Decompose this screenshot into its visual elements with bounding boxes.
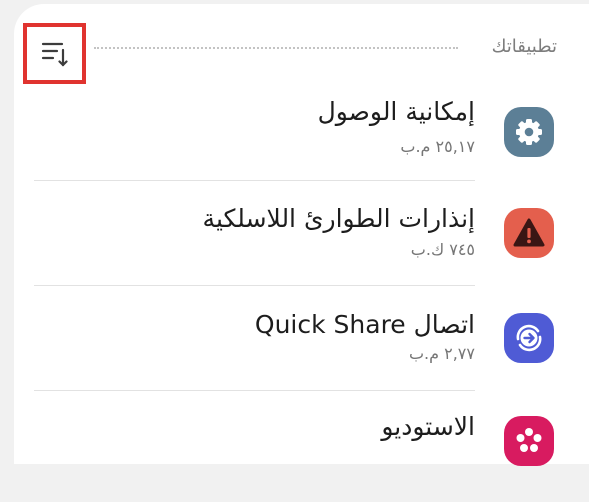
warning-icon xyxy=(504,208,554,258)
section-title: تطبيقاتك xyxy=(491,36,557,57)
list-item-accessibility[interactable]: إمكانية الوصول ٢٥,١٧ م.ب xyxy=(0,84,589,188)
app-size: ٢,٧٧ م.ب xyxy=(408,344,475,363)
sort-button[interactable] xyxy=(23,23,86,84)
list-item-wireless-emergency-alerts[interactable]: إنذارات الطوارئ اللاسلكية ٧٤٥ ك.ب xyxy=(0,188,589,292)
app-size: ٢٥,١٧ م.ب xyxy=(400,137,475,156)
dotted-divider xyxy=(94,47,458,49)
list-item-quick-share[interactable]: اتصال Quick Share ٢,٧٧ م.ب xyxy=(0,292,589,396)
list-item-gallery[interactable]: الاستوديو xyxy=(0,398,589,502)
gear-icon xyxy=(504,107,554,157)
flower-icon xyxy=(504,416,554,466)
sort-icon xyxy=(41,42,68,67)
section-header: تطبيقاتك xyxy=(0,0,589,92)
app-name: إنذارات الطوارئ اللاسلكية xyxy=(202,204,475,233)
list-divider xyxy=(34,390,475,391)
app-size: ٧٤٥ ك.ب xyxy=(410,240,475,259)
app-name: الاستوديو xyxy=(381,412,475,441)
app-name: اتصال Quick Share xyxy=(254,310,475,339)
list-divider xyxy=(34,180,475,181)
app-name: إمكانية الوصول xyxy=(317,97,475,126)
list-divider xyxy=(34,285,475,286)
quick-share-icon xyxy=(504,313,554,363)
